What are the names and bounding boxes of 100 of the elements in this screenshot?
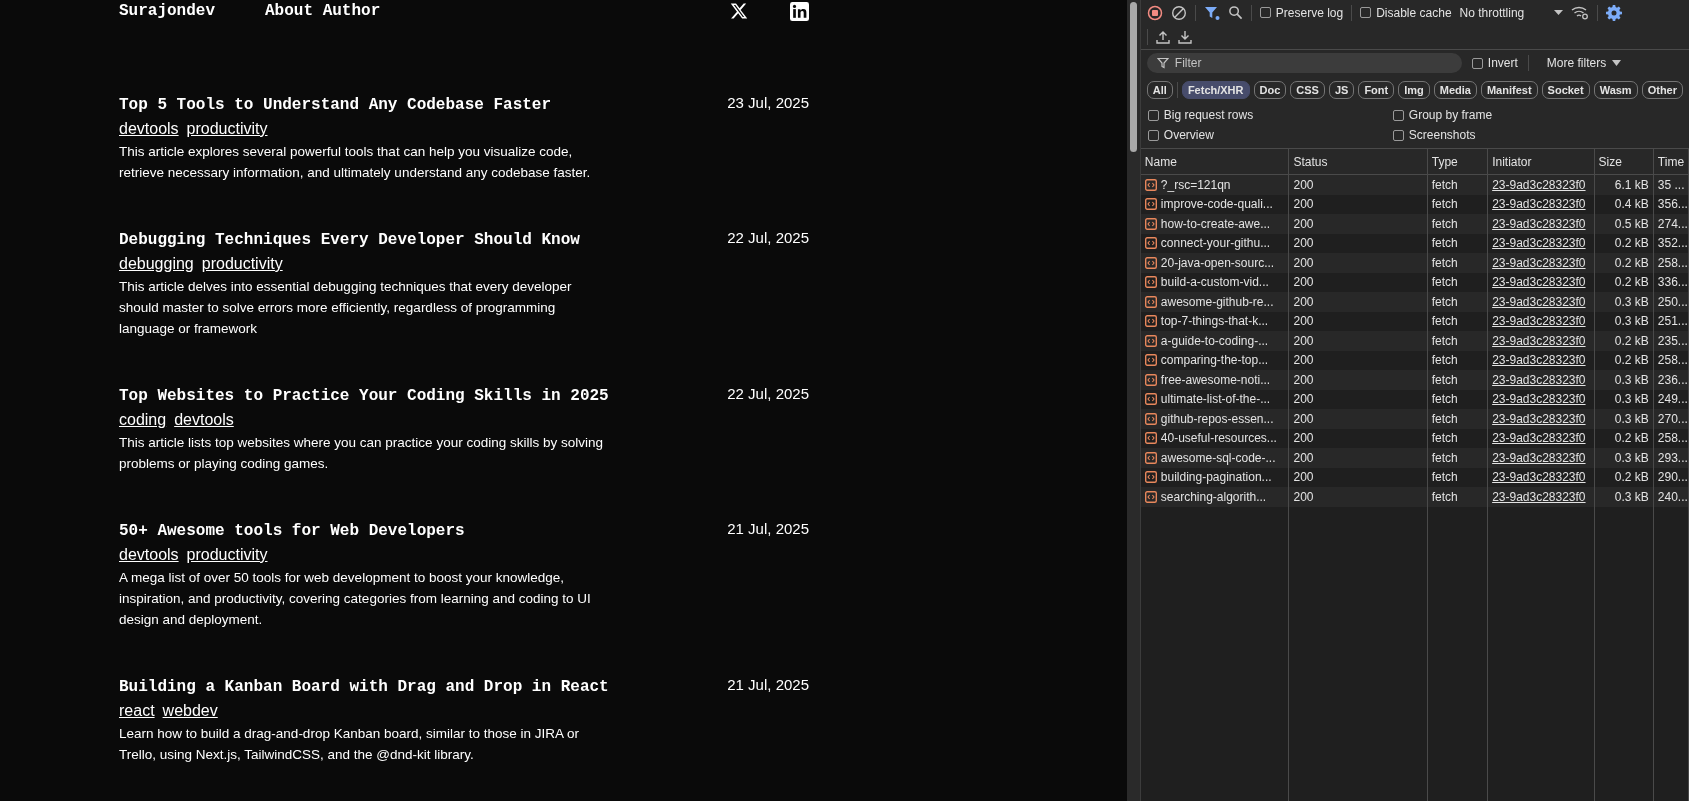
clear-icon[interactable] <box>1170 4 1187 21</box>
tag-link[interactable]: productivity <box>186 120 268 138</box>
fetch-request-icon <box>1144 393 1157 406</box>
article-title[interactable]: Top Websites to Practice Your Coding Skills in 2025 <box>119 385 614 407</box>
time-cell: 251... <box>1657 314 1688 329</box>
size-cell: 0.2 kB <box>1614 333 1649 348</box>
status-cell: 200 <box>1293 216 1314 231</box>
column-header[interactable]: Initiator <box>1487 149 1595 175</box>
column-header[interactable]: Size <box>1594 149 1654 175</box>
upload-icon[interactable] <box>1155 30 1170 44</box>
type-filter-chip[interactable]: Socket <box>1541 81 1590 99</box>
type-filter-chip[interactable]: Doc <box>1253 81 1287 99</box>
request-name[interactable]: a-guide-to-coding-... <box>1160 333 1269 348</box>
scrollbar-thumb[interactable] <box>1130 2 1137 152</box>
x-logo-icon[interactable] <box>730 2 748 20</box>
caret-icon <box>1554 10 1564 15</box>
checkbox-label: Disable cache <box>1376 5 1452 20</box>
type-filter-chip[interactable]: All <box>1146 81 1173 99</box>
column-header[interactable]: Time <box>1653 149 1689 175</box>
type-filter-chip[interactable]: Manifest <box>1480 81 1538 99</box>
type-cell: fetch <box>1431 177 1458 192</box>
article-title[interactable]: Top 5 Tools to Understand Any Codebase Faster <box>119 94 614 116</box>
tag-link[interactable]: debugging <box>119 255 194 273</box>
tag-link[interactable]: react <box>119 702 155 720</box>
article-description: A mega list of over 50 tools for web development to boost your knowledge, inspiration, and productivity, covering categories from learning and coding to UI design and deployment. <box>119 569 592 629</box>
brand-link[interactable]: Surajondev <box>119 2 215 20</box>
filter-field[interactable]: Filter <box>1146 53 1462 73</box>
status-cell: 200 <box>1293 236 1314 251</box>
request-name[interactable]: 20-java-open-sourc... <box>1160 255 1275 270</box>
request-name[interactable]: searching-algorith... <box>1160 489 1267 504</box>
tag-link[interactable]: devtools <box>174 411 234 429</box>
checkbox[interactable] <box>1360 7 1372 18</box>
status-cell: 200 <box>1293 197 1314 212</box>
wifi-settings-icon[interactable] <box>1571 5 1590 20</box>
checkbox[interactable] <box>1471 57 1483 69</box>
checkbox[interactable] <box>1147 109 1159 121</box>
time-cell: 258... <box>1657 431 1688 446</box>
checkbox[interactable] <box>1392 109 1404 121</box>
article-date: 21 Jul, 2025 <box>727 676 809 695</box>
filter-icon[interactable] <box>1203 4 1220 21</box>
article-date: 23 Jul, 2025 <box>727 94 809 113</box>
type-filter-chip[interactable]: CSS <box>1290 81 1325 99</box>
column-header[interactable]: Type <box>1427 149 1488 175</box>
tag-link[interactable]: devtools <box>119 546 179 564</box>
checkbox[interactable] <box>1259 7 1271 18</box>
size-cell: 0.2 kB <box>1614 255 1649 270</box>
linkedin-logo-icon[interactable] <box>790 1 809 21</box>
time-cell: 356... <box>1657 197 1688 212</box>
article-title[interactable]: 50+ Awesome tools for Web Developers <box>119 520 614 542</box>
type-filter-chip[interactable]: Img <box>1398 81 1430 99</box>
column-header[interactable]: Status <box>1289 149 1428 175</box>
tag-link[interactable]: coding <box>119 411 167 429</box>
fetch-request-icon <box>1144 471 1157 484</box>
tag-link[interactable]: devtools <box>119 120 179 138</box>
article-description: This article explores several powerful tools that can help you visualize code, retrieve necessary information, and ultimately understand any codebase faster. <box>119 143 592 182</box>
more-filters-dropdown[interactable]: More filters <box>1546 56 1622 70</box>
fetch-request-icon <box>1144 237 1157 250</box>
article-title[interactable]: Building a Kanban Board with Drag and Drop in React <box>119 676 614 698</box>
time-cell: 258... <box>1657 353 1688 368</box>
status-cell: 200 <box>1293 450 1314 465</box>
status-cell: 200 <box>1293 177 1314 192</box>
type-filter-chip[interactable]: Media <box>1433 81 1477 99</box>
type-cell: fetch <box>1431 275 1458 290</box>
tag-link[interactable]: productivity <box>186 546 268 564</box>
checkbox-label: Group by frame <box>1408 108 1493 122</box>
fetch-request-icon <box>1144 451 1157 464</box>
record-icon[interactable] <box>1146 4 1163 21</box>
checkbox[interactable] <box>1392 129 1404 141</box>
time-cell: 336... <box>1657 275 1688 290</box>
type-cell: fetch <box>1431 431 1458 446</box>
tag-link[interactable]: productivity <box>201 255 283 273</box>
download-icon[interactable] <box>1177 30 1192 44</box>
column-header[interactable]: Name <box>1140 149 1289 175</box>
checkbox[interactable] <box>1147 129 1159 141</box>
throttling-dropdown[interactable]: No throttling <box>1459 5 1564 20</box>
status-cell: 200 <box>1293 353 1314 368</box>
request-name[interactable]: github-repos-essen... <box>1160 411 1274 426</box>
search-icon[interactable] <box>1227 5 1243 20</box>
nav-link[interactable]: About Author <box>265 2 381 20</box>
type-cell: fetch <box>1431 353 1458 368</box>
fetch-request-icon <box>1144 198 1157 211</box>
type-filter-chip[interactable]: Font <box>1358 81 1395 99</box>
time-cell: 258... <box>1657 255 1688 270</box>
type-filter-chip[interactable]: JS <box>1328 81 1355 99</box>
type-filter-chip[interactable]: Fetch/XHR <box>1181 81 1250 99</box>
type-filter-chip[interactable]: Other <box>1641 81 1683 99</box>
fetch-request-icon <box>1144 256 1157 269</box>
size-cell: 0.2 kB <box>1614 275 1649 290</box>
size-cell: 0.3 kB <box>1614 411 1649 426</box>
request-name[interactable]: ?_rsc=121qn <box>1160 177 1231 192</box>
fetch-request-icon <box>1144 178 1157 191</box>
fetch-request-icon <box>1144 295 1157 308</box>
type-filter-chip[interactable]: Wasm <box>1593 81 1638 99</box>
size-cell: 0.3 kB <box>1614 372 1649 387</box>
size-cell: 0.4 kB <box>1614 197 1649 212</box>
settings-icon[interactable] <box>1606 4 1623 21</box>
article-title[interactable]: Debugging Techniques Every Developer Should Know <box>119 229 614 251</box>
size-cell: 0.3 kB <box>1614 450 1649 465</box>
tag-link[interactable]: webdev <box>162 702 218 720</box>
size-cell: 0.2 kB <box>1614 470 1649 485</box>
